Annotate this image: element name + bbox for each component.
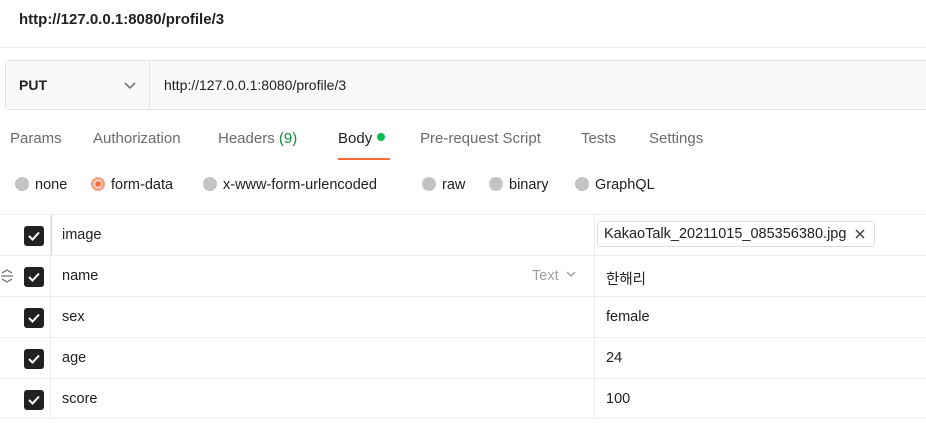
row-checkbox[interactable] (24, 226, 44, 246)
row-key[interactable]: image (62, 227, 102, 243)
column-divider (50, 297, 51, 337)
radio-circle-icon (422, 177, 436, 191)
radio-selected-icon (91, 177, 105, 191)
table-row: sex female (0, 296, 926, 337)
drag-handle-icon[interactable] (0, 268, 14, 284)
active-tab-underline (338, 158, 390, 160)
row-value[interactable]: 한해리 (606, 268, 646, 289)
row-checkbox[interactable] (24, 349, 44, 369)
column-divider (50, 215, 51, 255)
tab-headers-label: Headers (218, 130, 275, 147)
radio-label: x-www-form-urlencoded (223, 177, 377, 193)
radio-circle-icon (575, 177, 589, 191)
request-title[interactable]: http://127.0.0.1:8080/profile/3 (19, 11, 224, 28)
table-row: name Text 한해리 (0, 255, 926, 296)
file-chip[interactable]: KakaoTalk_20211015_085356380.jpg (597, 221, 876, 247)
radio-label: none (35, 177, 68, 193)
tab-body[interactable]: Body (338, 130, 386, 147)
url-input[interactable]: http://127.0.0.1:8080/profile/3 (164, 77, 346, 93)
remove-file-icon[interactable] (854, 228, 866, 240)
radio-none[interactable]: none (15, 177, 67, 193)
tab-body-label: Body (338, 130, 373, 147)
tab-tests[interactable]: Tests (581, 130, 616, 147)
key-type-label: Text (532, 268, 559, 284)
row-checkbox[interactable] (24, 308, 44, 328)
checkmark-icon (28, 272, 40, 282)
key-type-dropdown[interactable]: Text (532, 268, 576, 284)
row-checkbox[interactable] (24, 390, 44, 410)
row-checkbox[interactable] (24, 267, 44, 287)
checkmark-icon (28, 231, 40, 241)
checkmark-icon (28, 395, 40, 405)
tab-authorization[interactable]: Authorization (93, 130, 181, 147)
chevron-down-icon (566, 271, 576, 277)
headers-count-badge: (9) (278, 130, 298, 147)
column-divider (594, 338, 595, 378)
body-type-options: none form-data x-www-form-urlencoded raw… (0, 174, 926, 198)
radio-label: form-data (111, 177, 174, 193)
radio-form-data[interactable]: form-data (91, 177, 173, 193)
radio-label: binary (509, 177, 549, 193)
request-title-bar: http://127.0.0.1:8080/profile/3 (0, 0, 926, 48)
radio-urlencoded[interactable]: x-www-form-urlencoded (203, 177, 377, 193)
form-data-table: image KakaoTalk_20211015_085356380.jpg n… (0, 214, 926, 419)
tab-params[interactable]: Params (10, 130, 62, 147)
row-key[interactable]: score (62, 391, 97, 407)
table-row: age 24 (0, 337, 926, 378)
radio-binary[interactable]: binary (489, 177, 549, 193)
radio-label: raw (442, 177, 466, 193)
row-key[interactable]: age (62, 350, 86, 366)
request-tabs: Params Authorization Headers (9) Body Pr… (0, 122, 926, 162)
row-value[interactable]: 100 (606, 391, 630, 407)
radio-circle-icon (489, 177, 503, 191)
tab-settings[interactable]: Settings (649, 130, 703, 147)
method-dropdown[interactable]: PUT (6, 61, 150, 109)
request-url-bar: PUT http://127.0.0.1:8080/profile/3 (5, 60, 926, 110)
row-value[interactable]: female (606, 309, 650, 325)
row-key[interactable]: name (62, 268, 98, 284)
column-divider (50, 379, 51, 418)
checkmark-icon (28, 313, 40, 323)
column-divider (50, 256, 51, 296)
row-key[interactable]: sex (62, 309, 85, 325)
table-row: image KakaoTalk_20211015_085356380.jpg (0, 214, 926, 255)
column-divider (594, 379, 595, 418)
radio-label: GraphQL (595, 177, 655, 193)
chevron-down-icon (124, 82, 136, 90)
radio-circle-icon (203, 177, 217, 191)
column-divider (594, 256, 595, 296)
tab-headers[interactable]: Headers (9) (218, 130, 297, 147)
radio-circle-icon (15, 177, 29, 191)
file-name: KakaoTalk_20211015_085356380.jpg (604, 226, 847, 242)
column-divider (50, 338, 51, 378)
column-divider (594, 215, 595, 255)
table-row: score 100 (0, 378, 926, 419)
checkmark-icon (28, 354, 40, 364)
method-label: PUT (19, 77, 47, 93)
row-focus-accent (51, 215, 594, 255)
body-status-dot-icon (377, 133, 386, 141)
radio-graphql[interactable]: GraphQL (575, 177, 655, 193)
column-divider (594, 297, 595, 337)
row-value[interactable]: 24 (606, 350, 622, 366)
tab-pre-request-script[interactable]: Pre-request Script (420, 130, 541, 147)
radio-raw[interactable]: raw (422, 177, 465, 193)
